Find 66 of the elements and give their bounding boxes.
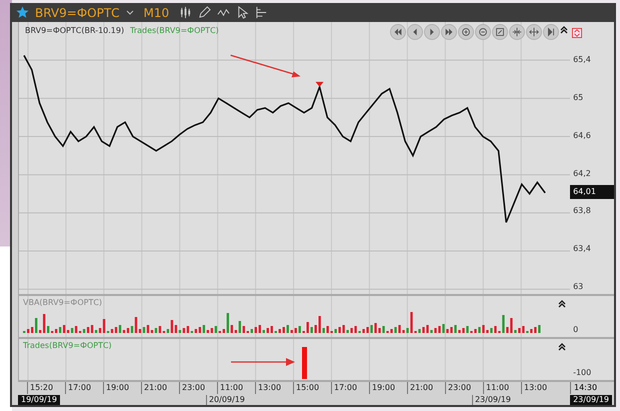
zoom-in-button[interactable] xyxy=(458,24,474,40)
shrink-button[interactable] xyxy=(509,24,526,40)
price-axis-label: 63,4 xyxy=(573,243,591,256)
zoom-fit-icon xyxy=(494,26,506,38)
shrink-icon xyxy=(511,26,524,38)
end-button[interactable] xyxy=(543,24,560,40)
price-axis-label: 64,6 xyxy=(573,130,591,142)
price-axis-label: 65 xyxy=(573,92,584,104)
zoom-out-icon xyxy=(477,26,490,38)
time-axis-label: 17:00 xyxy=(331,382,369,394)
time-axis-label: 23:00 xyxy=(179,382,217,394)
trade-marker-icon xyxy=(316,82,324,87)
time-axis-label: 19:00 xyxy=(103,382,141,394)
start-date-badge: 19/09/19 xyxy=(18,394,60,404)
rewind-button[interactable] xyxy=(390,24,406,40)
time-axis-label: 19:00 xyxy=(369,382,407,394)
chart-legend: BRV9=ФОРТС(BR-10.19) xyxy=(25,26,124,35)
current-time-label: 14:30 xyxy=(570,382,598,394)
time-axis-label: 21:00 xyxy=(407,382,445,394)
star-icon[interactable] xyxy=(16,6,29,19)
pencil-icon[interactable] xyxy=(198,6,212,19)
trades-legend: Trades(BRV9=ФОРТС) xyxy=(23,341,112,350)
trade-bar xyxy=(302,347,307,379)
annotation-arrow xyxy=(231,358,295,366)
trades-legend: Trades(BRV9=ФОРТС) xyxy=(130,26,219,35)
collapse-icon[interactable] xyxy=(558,300,566,308)
date-axis-label: 23/09/19 xyxy=(472,394,511,404)
time-axis-label: 15:20 xyxy=(27,382,65,394)
levels-icon[interactable] xyxy=(255,6,268,19)
date-axis-label: 20/09/19 xyxy=(206,394,245,404)
time-axis-label: 17:00 xyxy=(65,382,103,394)
forward-button[interactable] xyxy=(441,24,458,40)
time-axis-label: 11:00 xyxy=(483,382,521,394)
wave-icon[interactable] xyxy=(217,6,230,19)
symbol-title[interactable]: BRV9=ФОРТС xyxy=(35,6,120,20)
zoom-in-icon xyxy=(460,26,472,38)
expand-icon xyxy=(528,26,540,38)
candles-icon[interactable] xyxy=(179,6,192,19)
annotation-arrow xyxy=(230,54,301,78)
time-axis-label: 13:00 xyxy=(521,382,559,394)
autoscale-icon[interactable] xyxy=(572,28,582,38)
rewind-icon xyxy=(392,26,404,38)
play-button[interactable] xyxy=(424,24,440,40)
time-axis-label: 15:00 xyxy=(293,382,331,394)
last-price-badge: 64,01 xyxy=(570,184,614,199)
price-axis-label: 63 xyxy=(573,281,584,294)
expand-button[interactable] xyxy=(526,24,542,40)
volume-axis-label: 0 xyxy=(573,324,578,336)
zoom-out-button[interactable] xyxy=(475,24,492,40)
back-button[interactable] xyxy=(407,24,424,40)
time-axis-label: 13:00 xyxy=(255,382,293,394)
time-axis-label: 11:00 xyxy=(217,382,255,394)
collapse-icon[interactable] xyxy=(558,343,566,351)
volume-legend: VBA(BRV9=ФОРТС) xyxy=(23,298,102,307)
price-axis-label: 63,8 xyxy=(573,205,591,218)
price-axis-label: 64,2 xyxy=(573,168,591,180)
time-axis-label: 21:00 xyxy=(141,382,179,394)
collapse-icon[interactable] xyxy=(560,26,568,34)
time-axis-label: 23:00 xyxy=(445,382,483,394)
timeframe-label[interactable]: M10 xyxy=(144,6,170,20)
caret-icon[interactable] xyxy=(126,10,134,16)
trades-axis-label: -100 xyxy=(573,367,592,379)
zoom-fit-button[interactable] xyxy=(492,24,508,40)
end-date-badge: 23/09/19 xyxy=(570,394,612,404)
cursor-icon[interactable] xyxy=(236,6,250,19)
price-axis-label: 65,4 xyxy=(573,54,591,66)
